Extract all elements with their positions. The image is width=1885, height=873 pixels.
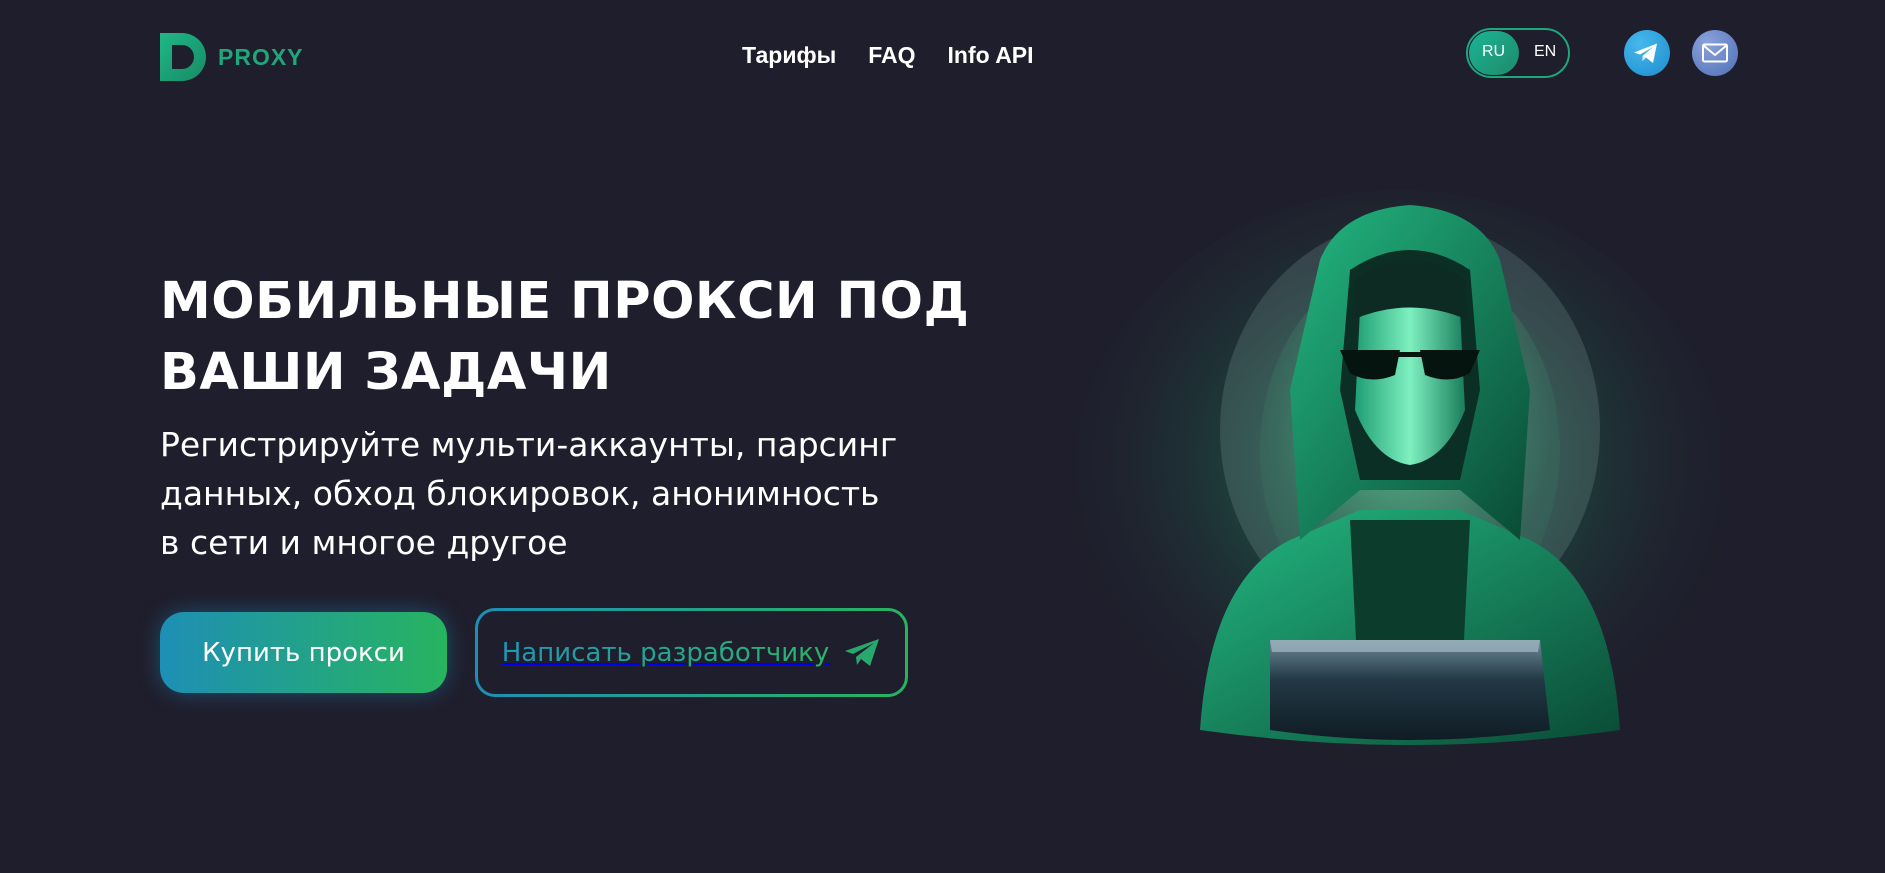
logo[interactable]: PROXY bbox=[160, 33, 304, 81]
nav-item-faq[interactable]: FAQ bbox=[868, 42, 915, 69]
hero-title-line-2: ВАШИ ЗАДАЧИ bbox=[160, 343, 612, 402]
mail-icon bbox=[1702, 43, 1728, 63]
hero-subtitle: Регистрируйте мульти-аккаунты, парсинг д… bbox=[160, 420, 940, 567]
telegram-icon bbox=[1634, 43, 1657, 63]
contact-developer-button-inner: Написать разработчику bbox=[478, 611, 905, 694]
hero-subtitle-line-3: в сети и многое другое bbox=[160, 523, 568, 562]
paper-plane-icon bbox=[845, 638, 880, 666]
language-en[interactable]: EN bbox=[1534, 43, 1556, 61]
hero-title: МОБИЛЬНЫЕ ПРОКСИ ПОД ВАШИ ЗАДАЧИ bbox=[160, 266, 980, 408]
main-nav: Тарифы FAQ Info API bbox=[742, 42, 1034, 69]
nav-item-tariffs[interactable]: Тарифы bbox=[742, 42, 836, 69]
logo-mark-icon bbox=[160, 33, 206, 81]
buy-proxy-button[interactable]: Купить прокси bbox=[160, 612, 447, 693]
contact-developer-label: Написать разработчику bbox=[501, 637, 830, 668]
nav-item-info-api[interactable]: Info API bbox=[948, 42, 1034, 69]
language-ru[interactable]: RU bbox=[1482, 43, 1505, 61]
language-switch[interactable]: RU EN bbox=[1466, 28, 1570, 78]
contact-developer-button[interactable]: Написать разработчику bbox=[475, 608, 908, 697]
hacker-illustration bbox=[1070, 190, 1720, 790]
telegram-link[interactable] bbox=[1624, 30, 1670, 76]
hero-subtitle-line-2: данных, обход блокировок, анонимность bbox=[160, 474, 880, 513]
hero-title-line-1: МОБИЛЬНЫЕ ПРОКСИ ПОД bbox=[160, 272, 970, 331]
hero-subtitle-line-1: Регистрируйте мульти-аккаунты, парсинг bbox=[160, 425, 898, 464]
mail-link[interactable] bbox=[1692, 30, 1738, 76]
logo-text: PROXY bbox=[218, 43, 304, 70]
